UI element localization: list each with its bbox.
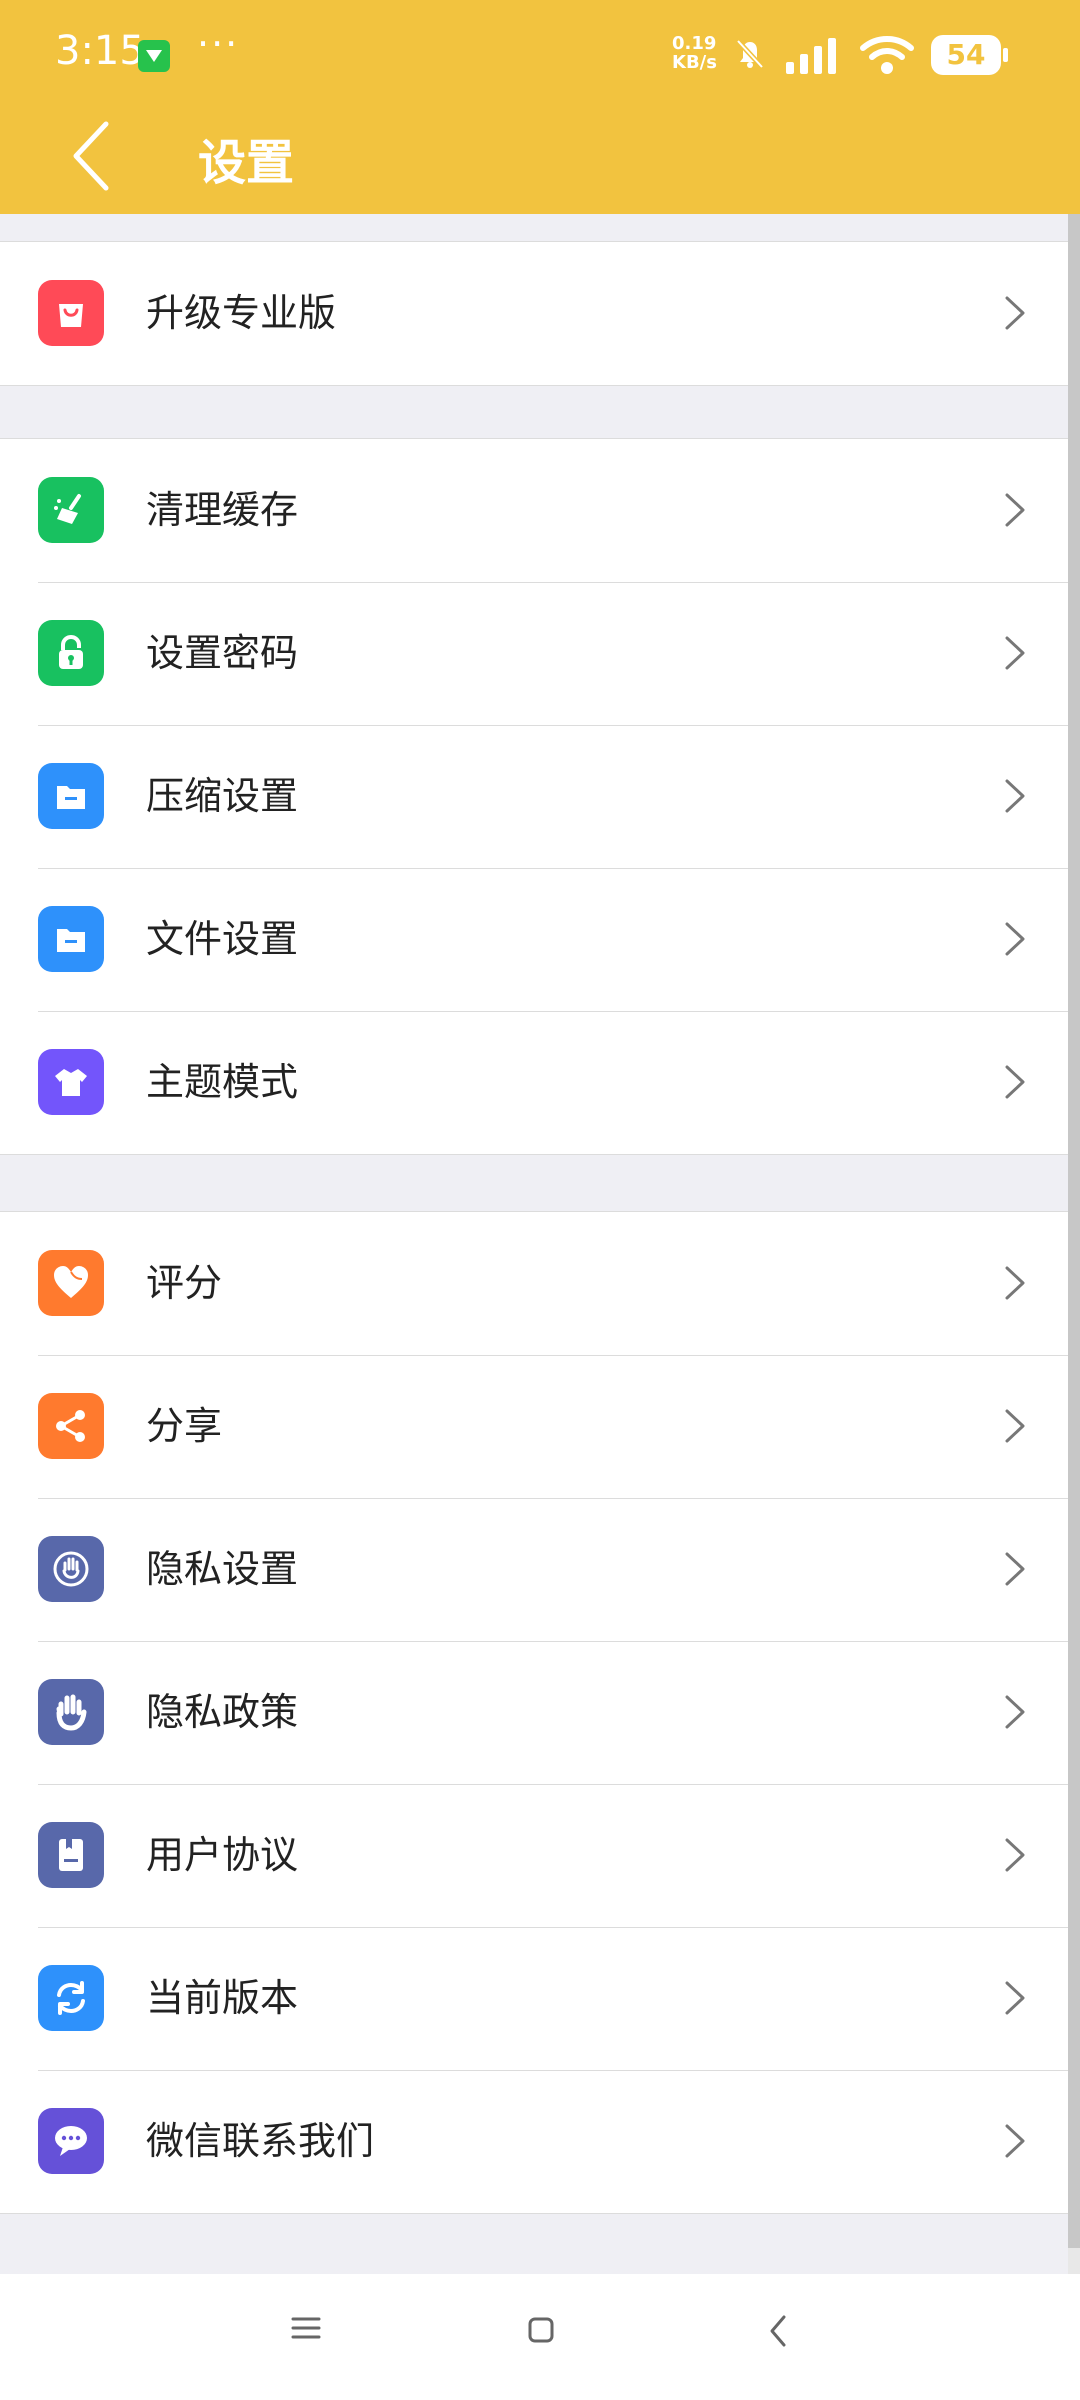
settings-item-privacy-settings[interactable]: 隐私设置	[0, 1498, 1068, 1641]
bell-off-icon	[736, 39, 764, 69]
settings-item-label: 用户协议	[146, 1833, 299, 1877]
settings-group: 升级专业版	[0, 241, 1068, 386]
settings-item-current-version[interactable]: 当前版本	[0, 1927, 1068, 2070]
tshirt-icon	[38, 1049, 104, 1115]
settings-item-label: 主题模式	[146, 1060, 299, 1104]
navigation-bar: 设置	[0, 106, 1080, 214]
settings-item-user-agreement[interactable]: 用户协议	[0, 1784, 1068, 1927]
chevron-right-icon	[1005, 1409, 1025, 1443]
chevron-right-icon	[1005, 779, 1025, 813]
cellular-signal-icon	[786, 38, 836, 74]
hand-icon	[38, 1679, 104, 1745]
chevron-right-icon	[1005, 922, 1025, 956]
settings-item-wechat-contact[interactable]: 微信联系我们	[0, 2070, 1068, 2213]
share-icon	[38, 1393, 104, 1459]
broom-icon	[38, 477, 104, 543]
chevron-right-icon	[1005, 1266, 1025, 1300]
chevron-right-icon	[1005, 296, 1025, 330]
back-arrow-icon[interactable]	[64, 116, 116, 196]
settings-item-theme-mode[interactable]: 主题模式	[0, 1011, 1068, 1154]
refresh-icon	[38, 1965, 104, 2031]
chevron-right-icon	[1005, 1695, 1025, 1729]
shopping-bag-icon	[38, 280, 104, 346]
status-time: 3:15	[55, 28, 145, 74]
system-navigation-bar	[0, 2274, 1080, 2400]
settings-group: 清理缓存 设置密码 压缩设置 文件设置 主题模式	[0, 438, 1068, 1155]
settings-item-upgrade-pro[interactable]: 升级专业版	[0, 242, 1068, 385]
lock-icon	[38, 620, 104, 686]
settings-item-clear-cache[interactable]: 清理缓存	[0, 439, 1068, 582]
settings-group: 评分 分享 隐私设置 隐私政策 用户协议 当前版本 微信联系我们	[0, 1211, 1068, 2214]
settings-item-label: 评分	[146, 1261, 223, 1305]
more-notifications-icon: ···	[197, 22, 240, 66]
settings-item-label: 当前版本	[146, 1976, 299, 2020]
document-icon	[38, 1822, 104, 1888]
settings-item-label: 隐私政策	[146, 1690, 299, 1734]
app-header: 3:15 ··· 0.19 KB/s 54 设置	[0, 0, 1080, 214]
network-speed: 0.19 KB/s	[672, 34, 717, 72]
chevron-right-icon	[1005, 636, 1025, 670]
menu-icon[interactable]	[291, 2316, 321, 2340]
chevron-right-icon	[1005, 1552, 1025, 1586]
settings-item-label: 分享	[146, 1404, 223, 1448]
back-icon[interactable]	[766, 2313, 790, 2349]
settings-item-label: 升级专业版	[146, 291, 337, 335]
settings-item-file-settings[interactable]: 文件设置	[0, 868, 1068, 1011]
hand-icon	[38, 1536, 104, 1602]
home-icon[interactable]	[527, 2316, 555, 2344]
settings-item-rate[interactable]: 评分	[0, 1212, 1068, 1355]
settings-item-share[interactable]: 分享	[0, 1355, 1068, 1498]
folder-icon	[38, 906, 104, 972]
settings-item-label: 微信联系我们	[146, 2119, 375, 2163]
chevron-right-icon	[1005, 1838, 1025, 1872]
status-bar: 3:15 ··· 0.19 KB/s 54	[0, 0, 1080, 106]
settings-item-compression[interactable]: 压缩设置	[0, 725, 1068, 868]
gem-icon	[138, 40, 170, 72]
settings-item-privacy-policy[interactable]: 隐私政策	[0, 1641, 1068, 1784]
page-title: 设置	[198, 135, 295, 191]
settings-item-label: 压缩设置	[146, 774, 299, 818]
settings-item-label: 文件设置	[146, 917, 299, 961]
battery-icon: 54	[931, 35, 1008, 75]
network-speed-value: 0.19	[672, 33, 717, 54]
settings-item-label: 设置密码	[146, 631, 299, 675]
wifi-icon	[860, 36, 914, 74]
settings-item-label: 清理缓存	[146, 488, 299, 532]
network-speed-unit: KB/s	[672, 52, 717, 73]
scrollbar-thumb[interactable]	[1068, 214, 1080, 2248]
battery-level: 54	[946, 38, 986, 71]
folder-icon	[38, 763, 104, 829]
chevron-right-icon	[1005, 1065, 1025, 1099]
chevron-right-icon	[1005, 2124, 1025, 2158]
settings-item-label: 隐私设置	[146, 1547, 299, 1591]
chevron-right-icon	[1005, 493, 1025, 527]
settings-item-set-password[interactable]: 设置密码	[0, 582, 1068, 725]
chevron-right-icon	[1005, 1981, 1025, 2015]
heart-icon	[38, 1250, 104, 1316]
chat-icon	[38, 2108, 104, 2174]
settings-list[interactable]: 升级专业版 清理缓存 设置密码 压缩设置 文件设置 主题模式 评分 分享 隐私设…	[0, 214, 1068, 2274]
